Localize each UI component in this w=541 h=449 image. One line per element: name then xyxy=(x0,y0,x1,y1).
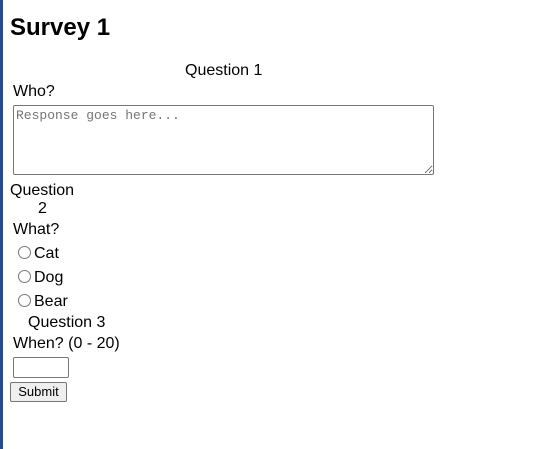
question-3-heading: Question 3 xyxy=(28,314,106,331)
left-edge-bar xyxy=(0,0,3,449)
radio-cat-label[interactable]: Cat xyxy=(34,245,59,263)
question-2-prompt: What? xyxy=(13,221,60,238)
question-2-heading-line1: Question xyxy=(10,182,75,199)
question-1-prompt: Who? xyxy=(13,83,55,100)
question-3-number-input[interactable] xyxy=(13,357,69,378)
question-3-prompt: When? (0 - 20) xyxy=(13,335,120,352)
radio-cat[interactable] xyxy=(18,246,31,259)
question-1-response-textarea[interactable] xyxy=(13,105,434,175)
radio-bear-label[interactable]: Bear xyxy=(34,293,68,311)
radio-bear[interactable] xyxy=(18,294,31,307)
submit-button[interactable]: Submit xyxy=(10,382,67,402)
question-1-heading: Question 1 xyxy=(185,62,263,79)
question-2-heading-line2: 2 xyxy=(38,200,47,217)
radio-dog[interactable] xyxy=(18,270,31,283)
survey-title: Survey 1 xyxy=(10,14,111,41)
radio-dog-label[interactable]: Dog xyxy=(34,269,63,287)
